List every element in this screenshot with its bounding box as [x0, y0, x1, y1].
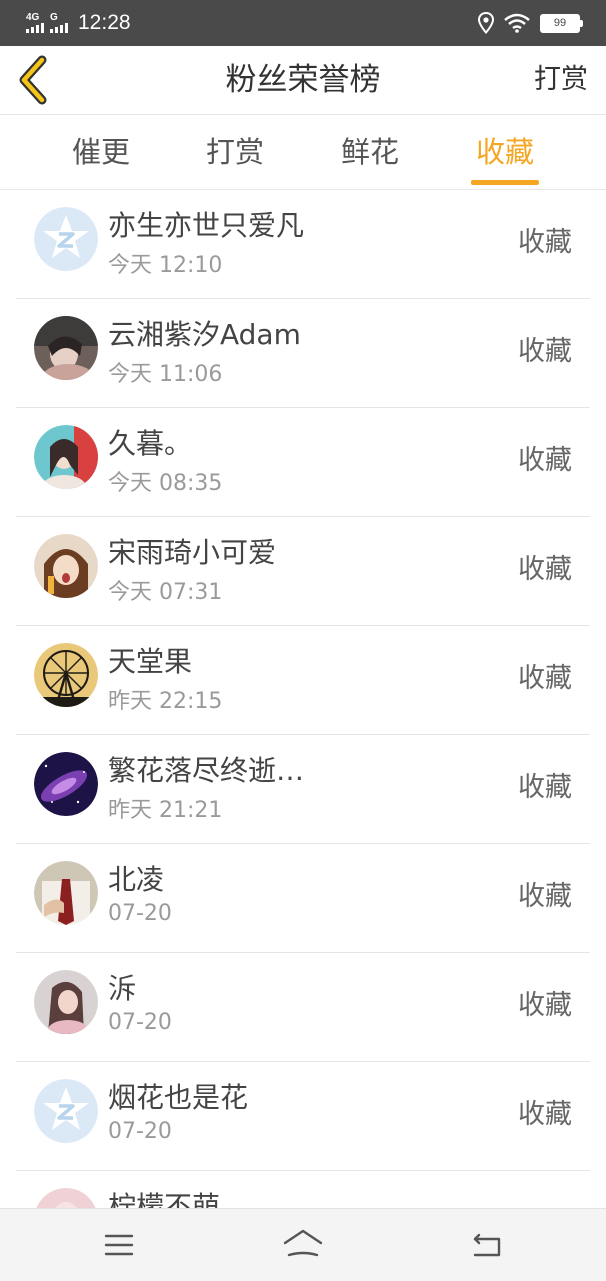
list-item[interactable]: 泝 07-20 收藏	[0, 953, 606, 1062]
user-name: 烟花也是花	[108, 1081, 249, 1114]
list-item[interactable]: 天堂果 昨天 22:15 收藏	[0, 626, 606, 735]
signal-bars-icon	[50, 23, 68, 33]
timestamp: 今天 12:10	[108, 253, 223, 278]
avatar	[34, 425, 98, 489]
list-item[interactable]: 宋雨琦小可爱 今天 07:31 收藏	[0, 517, 606, 626]
user-photo-icon	[34, 861, 98, 925]
list-item[interactable]: 久暮。 今天 08:35 收藏	[0, 408, 606, 517]
reward-button[interactable]: 打赏	[534, 46, 588, 114]
action-label: 收藏	[518, 336, 572, 367]
timestamp: 今天 11:06	[108, 362, 223, 387]
avatar	[34, 207, 98, 271]
app-header: 粉丝荣誉榜 打赏	[0, 46, 606, 115]
action-label: 收藏	[518, 554, 572, 585]
location-icon	[478, 12, 494, 34]
action-label: 收藏	[518, 990, 572, 1021]
status-right: 99	[478, 0, 583, 46]
tab-urge[interactable]: 催更	[41, 115, 161, 189]
list-item[interactable]: 北凌 07-20 收藏	[0, 844, 606, 953]
action-label: 收藏	[518, 881, 572, 912]
default-avatar-icon	[34, 207, 98, 271]
tab-reward[interactable]: 打赏	[175, 115, 295, 189]
home-icon[interactable]	[281, 1223, 325, 1267]
avatar	[34, 534, 98, 598]
list-item[interactable]: 烟花也是花 07-20 收藏	[0, 1062, 606, 1171]
wifi-icon	[504, 13, 530, 33]
timestamp: 07-20	[108, 1010, 172, 1035]
user-name: 久暮。	[108, 427, 193, 460]
avatar	[34, 643, 98, 707]
page-title: 粉丝荣誉榜	[225, 62, 381, 98]
list-item[interactable]: 亦生亦世只爱凡 今天 12:10 收藏	[0, 190, 606, 299]
timestamp: 昨天 22:15	[108, 689, 223, 714]
tab-collect[interactable]: 收藏	[445, 115, 565, 189]
user-name: 泝	[108, 972, 137, 1005]
tab-bar: 催更 打赏 鲜花 收藏	[0, 115, 606, 190]
action-label: 收藏	[518, 445, 572, 476]
system-nav-bar	[0, 1208, 606, 1281]
status-bar: 4G G 12:28 99	[0, 0, 606, 46]
fan-list: 亦生亦世只爱凡 今天 12:10 收藏 云湘紫汐Adam 今天 11:06 收藏	[0, 190, 606, 1280]
user-photo-icon	[34, 316, 98, 380]
user-name: 北凌	[108, 863, 165, 896]
default-avatar-icon	[34, 1079, 98, 1143]
user-name: 繁花落尽终逝…	[108, 754, 305, 787]
signal-g: G	[50, 13, 68, 33]
user-name: 云湘紫汐Adam	[108, 318, 301, 351]
action-label: 收藏	[518, 663, 572, 694]
list-item[interactable]: 云湘紫汐Adam 今天 11:06 收藏	[0, 299, 606, 408]
galaxy-icon	[34, 752, 98, 816]
user-name: 宋雨琦小可爱	[108, 536, 277, 569]
ferris-wheel-icon	[34, 643, 98, 707]
timestamp: 07-20	[108, 1119, 172, 1144]
action-label: 收藏	[518, 227, 572, 258]
avatar	[34, 752, 98, 816]
user-photo-icon	[34, 425, 98, 489]
timestamp: 昨天 21:21	[108, 798, 223, 823]
list-item[interactable]: 繁花落尽终逝… 昨天 21:21 收藏	[0, 735, 606, 844]
menu-icon[interactable]	[97, 1223, 141, 1267]
user-name: 亦生亦世只爱凡	[108, 209, 305, 242]
avatar	[34, 970, 98, 1034]
signal-bars-icon	[26, 23, 44, 33]
clock: 12:28	[78, 11, 131, 34]
avatar	[34, 861, 98, 925]
timestamp: 今天 07:31	[108, 580, 223, 605]
tab-flowers[interactable]: 鲜花	[310, 115, 430, 189]
signal-4g: 4G	[26, 13, 44, 33]
timestamp: 07-20	[108, 901, 172, 926]
user-name: 天堂果	[108, 645, 193, 678]
action-label: 收藏	[518, 772, 572, 803]
status-left: 4G G 12:28	[26, 0, 131, 46]
action-label: 收藏	[518, 1099, 572, 1130]
battery-icon: 99	[540, 13, 583, 33]
user-photo-icon	[34, 970, 98, 1034]
back-icon[interactable]	[465, 1223, 509, 1267]
timestamp: 今天 08:35	[108, 471, 223, 496]
user-photo-icon	[34, 534, 98, 598]
avatar	[34, 316, 98, 380]
avatar	[34, 1079, 98, 1143]
